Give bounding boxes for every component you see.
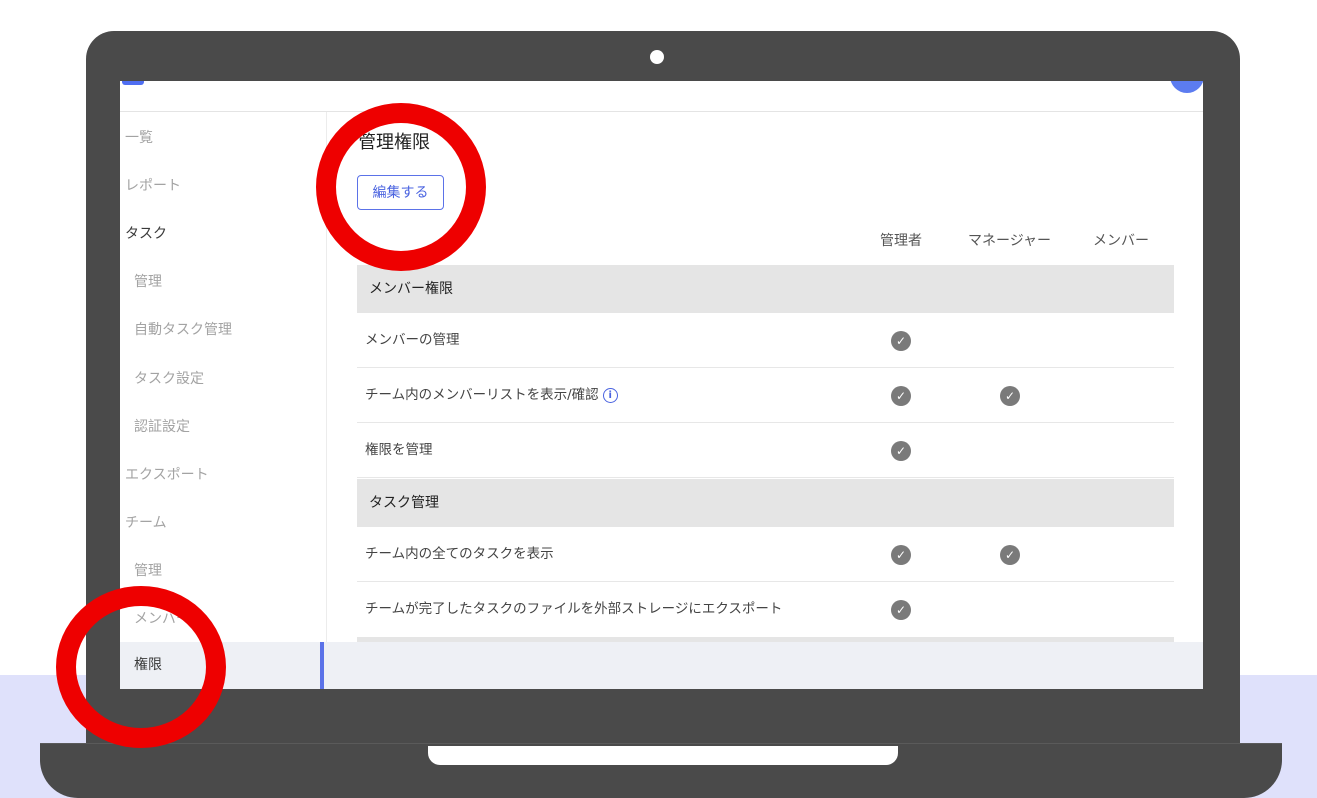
check-icon: ✓	[891, 331, 911, 351]
check-icon: ✓	[1000, 545, 1020, 565]
column-header-admin: 管理者	[880, 233, 922, 249]
sidebar-item-tasks[interactable]: タスク	[120, 210, 331, 258]
sidebar-item-team[interactable]: チーム	[120, 499, 331, 547]
row-label: 権限を管理	[365, 442, 433, 458]
column-header-manager: マネージャー	[968, 233, 1052, 249]
table-row: メンバーの管理 ✓	[357, 313, 1174, 368]
table-row: チーム内の全てのタスクを表示 ✓ ✓	[357, 527, 1174, 582]
sidebar-item-list[interactable]: 一覧	[120, 114, 331, 162]
laptop-notch	[428, 746, 898, 765]
sidebar-item-report[interactable]: レポート	[120, 162, 331, 210]
row-label-text: チーム内のメンバーリストを表示/確認	[365, 387, 599, 403]
sidebar-item-task-settings[interactable]: タスク設定	[120, 355, 340, 403]
table-row: 権限を管理 ✓	[357, 423, 1174, 478]
check-icon: ✓	[1000, 386, 1020, 406]
column-header-member: メンバー	[1093, 233, 1149, 249]
app-screen: 一覧 レポート タスク 管理 自動タスク管理 タスク設定 認証設定 エクスポート…	[120, 81, 1203, 689]
section-header-next	[357, 637, 1174, 642]
row-label: チームが完了したタスクのファイルを外部ストレージにエクスポート	[365, 601, 783, 617]
logo-icon	[122, 81, 144, 85]
check-icon: ✓	[891, 386, 911, 406]
sidebar-item-task-manage[interactable]: 管理	[120, 258, 340, 306]
sidebar-item-auth-settings[interactable]: 認証設定	[120, 403, 340, 451]
info-icon[interactable]: i	[602, 387, 618, 403]
sidebar-item-auto-task[interactable]: 自動タスク管理	[120, 306, 340, 354]
row-label: チーム内のメンバーリストを表示/確認 i	[365, 368, 618, 423]
row-label: メンバーの管理	[365, 332, 460, 348]
section-header-task-management: タスク管理	[357, 479, 1174, 527]
check-icon: ✓	[891, 545, 911, 565]
section-header-member-permissions: メンバー権限	[357, 265, 1174, 313]
check-icon: ✓	[891, 441, 911, 461]
table-row: チーム内のメンバーリストを表示/確認 i ✓ ✓	[357, 368, 1174, 423]
sidebar-item-export[interactable]: エクスポート	[120, 451, 331, 499]
highlight-ring-permissions-item	[56, 586, 226, 748]
avatar[interactable]	[1170, 81, 1203, 93]
top-bar	[120, 81, 1203, 112]
highlight-ring-edit-button	[316, 103, 486, 271]
camera-icon	[650, 50, 664, 64]
row-label: チーム内の全てのタスクを表示	[365, 546, 554, 562]
check-icon: ✓	[891, 600, 911, 620]
table-row: チームが完了したタスクのファイルを外部ストレージにエクスポート ✓	[357, 582, 1174, 637]
